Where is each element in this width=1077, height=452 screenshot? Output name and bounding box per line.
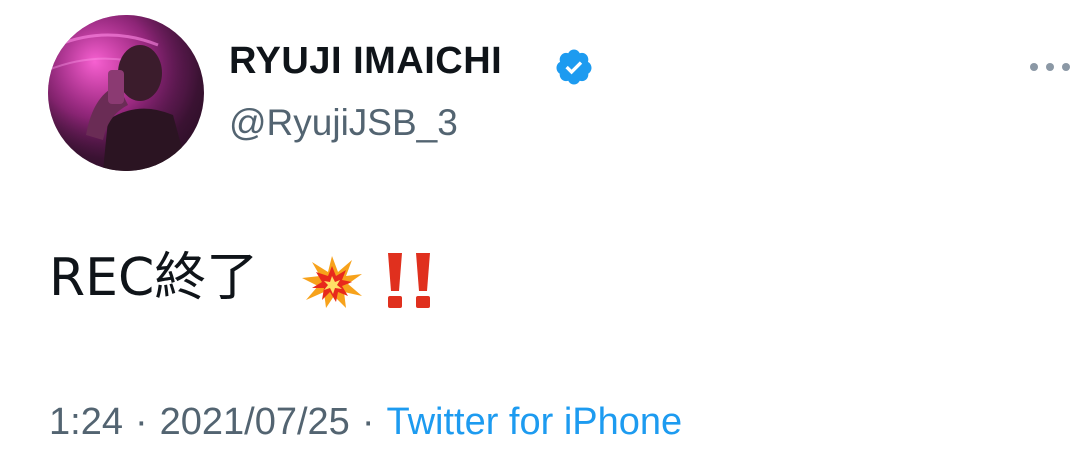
collision-icon <box>302 256 362 308</box>
tweet-text: REC終了 <box>49 248 259 308</box>
tweet-date[interactable]: 2021/07/25 <box>160 401 350 443</box>
user-handle[interactable]: @RyujiJSB_3 <box>229 104 458 141</box>
tweet-meta: 1:24 · 2021/07/25 · Twitter for iPhone <box>49 403 682 441</box>
tweet-card: RYUJI IMAICHI @RyujiJSB_3 REC終了 1:24 · 202… <box>0 0 1077 452</box>
avatar[interactable] <box>48 15 204 171</box>
meta-separator: · <box>361 401 375 443</box>
meta-separator: · <box>134 401 148 443</box>
more-options-icon[interactable] <box>1026 57 1074 77</box>
avatar-image <box>48 15 204 171</box>
display-name[interactable]: RYUJI IMAICHI <box>229 42 502 80</box>
tweet-source-link[interactable]: Twitter for iPhone <box>386 401 682 443</box>
verified-badge-icon <box>556 49 592 85</box>
double-exclamation-icon <box>388 253 430 308</box>
tweet-time[interactable]: 1:24 <box>49 401 123 443</box>
